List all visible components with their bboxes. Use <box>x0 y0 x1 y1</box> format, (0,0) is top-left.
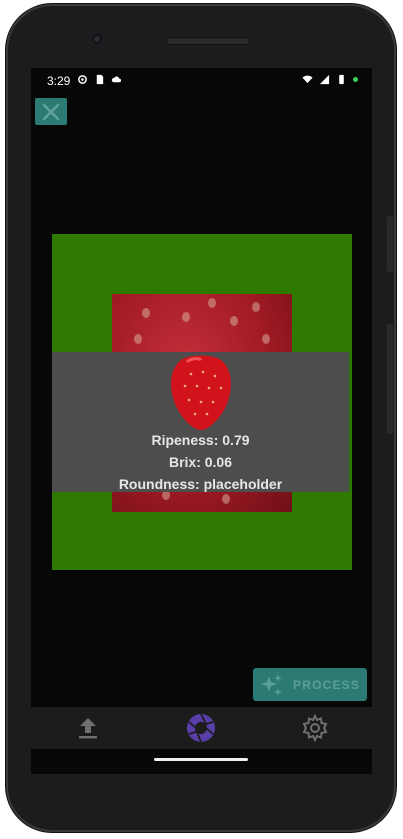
volume-button <box>387 324 393 434</box>
privacy-indicator-dot <box>353 77 358 82</box>
status-bar: 3:29 <box>31 68 372 94</box>
upload-icon <box>78 718 97 739</box>
process-label: PROCESS <box>293 677 361 692</box>
camera-shutter-icon <box>187 713 216 743</box>
app-screen: 3:29 Ripeness: 0.79 Brix: 0.06 Roundness… <box>31 68 372 774</box>
power-button <box>387 216 393 272</box>
nav-camera[interactable] <box>181 708 221 748</box>
status-time: 3:29 <box>47 74 71 88</box>
wifi-icon <box>302 75 313 84</box>
cell-signal-icon <box>319 74 330 85</box>
gear-icon <box>302 714 328 742</box>
captured-image-frame: Ripeness: 0.79 Brix: 0.06 Roundness: pla… <box>52 234 352 570</box>
process-button[interactable]: PROCESS <box>253 668 367 701</box>
battery-icon <box>339 74 344 85</box>
nav-upload[interactable] <box>68 708 108 748</box>
status-notification-icons <box>77 74 122 85</box>
close-button[interactable] <box>35 98 67 125</box>
ripeness-value: Ripeness: 0.79 <box>151 432 250 448</box>
settings-notification-icon <box>78 75 87 84</box>
analysis-result-panel: Ripeness: 0.79 Brix: 0.06 Roundness: pla… <box>52 352 349 492</box>
sparkle-icon <box>261 673 282 696</box>
brix-value: Brix: 0.06 <box>168 454 233 470</box>
home-indicator[interactable] <box>154 758 248 761</box>
sd-card-icon <box>96 74 104 85</box>
front-camera <box>92 34 102 44</box>
bottom-navigation <box>31 707 372 749</box>
roundness-value: Roundness: placeholder <box>118 476 283 492</box>
earpiece-speaker <box>166 37 250 45</box>
status-system-icons <box>302 74 358 85</box>
close-icon <box>42 103 60 120</box>
strawberry-icon <box>171 355 231 430</box>
cloud-icon <box>111 76 122 83</box>
nav-settings[interactable] <box>295 708 335 748</box>
